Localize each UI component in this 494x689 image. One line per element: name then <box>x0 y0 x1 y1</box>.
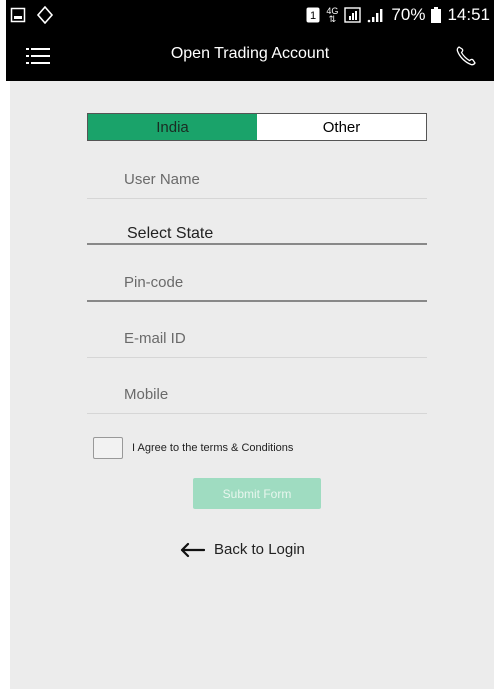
page-title: Open Trading Account <box>170 45 330 62</box>
app-screen: 1 4G ⇅ 70% 14:51 Open Trading Account In… <box>0 0 494 689</box>
account-form: India Other Select State I Agree to the … <box>10 81 494 689</box>
status-right-icons: 1 4G ⇅ 70% 14:51 <box>306 5 490 25</box>
svg-text:1: 1 <box>310 10 316 22</box>
back-to-login-label: Back to Login <box>214 541 305 558</box>
back-to-login-link[interactable]: Back to Login <box>179 541 305 558</box>
terms-checkbox[interactable] <box>93 437 123 459</box>
state-select[interactable]: Select State <box>87 217 427 245</box>
email-field-wrapper <box>87 320 427 358</box>
region-toggle: India Other <box>87 113 427 141</box>
username-field-wrapper <box>87 161 427 199</box>
image-icon <box>10 7 26 23</box>
username-input[interactable] <box>87 161 427 198</box>
mobile-field-wrapper <box>87 376 427 414</box>
terms-label: I Agree to the terms & Conditions <box>132 442 294 454</box>
status-bar: 1 4G ⇅ 70% 14:51 <box>6 0 494 31</box>
sim-badge-icon: 1 <box>306 7 320 23</box>
submit-button[interactable]: Submit Form <box>193 478 321 509</box>
network-arrows: ⇅ <box>328 14 337 24</box>
status-time: 14:51 <box>447 5 490 24</box>
network-4g-icon: 4G ⇅ <box>326 7 338 24</box>
arrow-left-icon <box>180 542 205 557</box>
signal-bars-icon <box>368 9 383 23</box>
phone-icon[interactable] <box>454 44 478 68</box>
state-select-label: Select State <box>127 225 214 242</box>
app-bar: Open Trading Account <box>6 31 494 81</box>
mobile-input[interactable] <box>87 376 427 413</box>
battery-percent: 70% <box>391 5 426 24</box>
pincode-field-wrapper <box>87 264 427 302</box>
terms-row: I Agree to the terms & Conditions <box>93 437 293 459</box>
battery-icon <box>431 7 442 23</box>
signal-box-icon <box>344 7 362 23</box>
pincode-input[interactable] <box>87 264 427 300</box>
region-option-india[interactable]: India <box>88 114 257 140</box>
status-left-icons <box>10 6 54 24</box>
sync-diamond-icon <box>36 6 54 24</box>
region-option-other[interactable]: Other <box>257 114 426 140</box>
email-input[interactable] <box>87 320 427 357</box>
